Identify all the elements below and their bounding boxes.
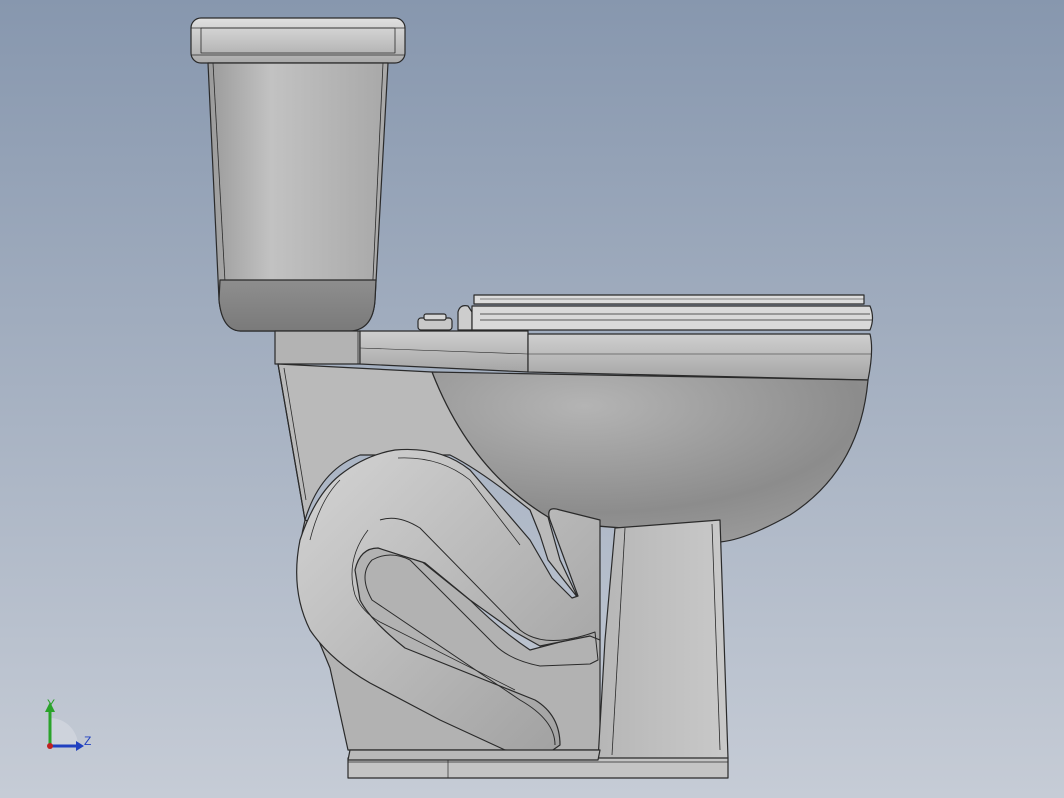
z-axis-label: Z — [84, 734, 91, 748]
origin-dot — [47, 743, 53, 749]
axis-triad: Y Z — [45, 697, 91, 751]
toilet-model[interactable] — [0, 0, 1064, 798]
seat-hinge — [417, 305, 473, 331]
tank-body — [207, 62, 389, 332]
front-foot — [597, 519, 729, 761]
y-axis-label: Y — [47, 697, 55, 711]
z-axis-arrow — [76, 741, 84, 751]
graphics-viewport[interactable]: Y Z — [0, 0, 1064, 798]
tank-lid — [190, 17, 406, 64]
tank-neck — [274, 330, 361, 365]
seat-and-cover — [471, 294, 874, 331]
triad-plane — [50, 718, 78, 746]
